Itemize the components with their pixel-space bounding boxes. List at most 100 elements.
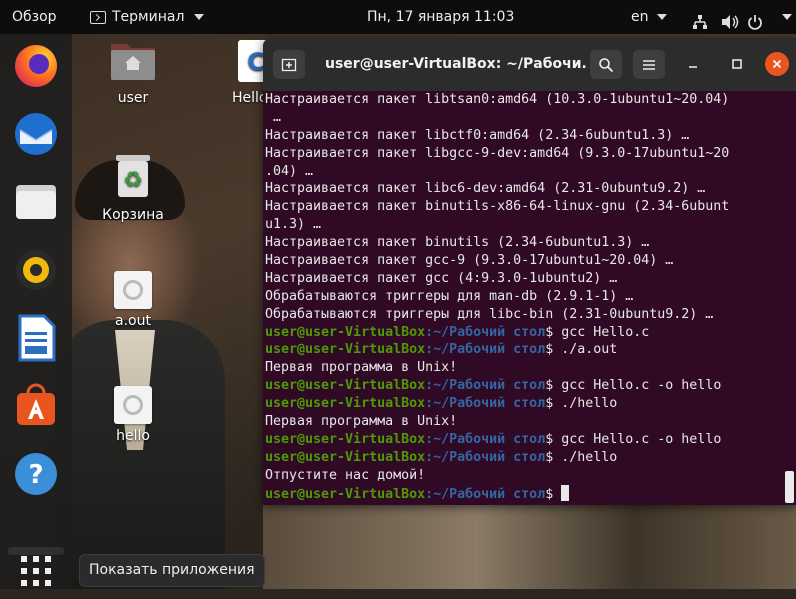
dock-item-software[interactable]	[8, 378, 64, 434]
maximize-icon	[732, 59, 742, 69]
svg-text:♻: ♻	[123, 168, 143, 193]
terminal-command-line: user@user-VirtualBox:~/Рабочий стол$ gcc…	[265, 431, 780, 449]
power-icon[interactable]	[747, 9, 763, 30]
terminal-output-line: Обрабатываются триггеры для libc-bin (2.…	[265, 306, 714, 322]
desktop-icon-label: a.out	[115, 313, 151, 329]
command-text: ./hello	[561, 396, 618, 412]
desktop-icon-label: hello	[116, 428, 150, 444]
activities-button[interactable]: Обзор	[12, 0, 57, 34]
prompt-user: user@user-VirtualBox	[265, 378, 426, 394]
wallpaper-background	[263, 505, 796, 589]
prompt-sign: $	[545, 449, 562, 465]
trash-icon: ♻	[116, 155, 150, 197]
desktop-icon-home[interactable]: user	[93, 40, 173, 106]
terminal-window[interactable]: user@user-VirtualBox: ~/Рабочи... Настра…	[263, 38, 796, 505]
terminal-command-line: user@user-VirtualBox:~/Рабочий стол$ gcc…	[265, 324, 780, 342]
maximize-button[interactable]	[725, 52, 749, 76]
prompt-path: :~/Рабочий стол	[425, 324, 546, 340]
svg-text:?: ?	[28, 460, 43, 490]
executable-icon	[114, 386, 152, 424]
prompt-path: :~/Рабочий стол	[425, 378, 546, 394]
menu-button[interactable]	[633, 50, 665, 79]
terminal-output-line: Первая программа в Unix!	[265, 360, 458, 376]
network-icon[interactable]	[692, 9, 708, 29]
terminal-command-line: user@user-VirtualBox:~/Рабочий стол$ ./h…	[265, 449, 780, 467]
command-text: gcc Hello.c	[561, 324, 650, 340]
prompt-sign: $	[545, 342, 562, 358]
terminal-output[interactable]: Настраивается пакет libtsan0:amd64 (10.3…	[265, 91, 780, 505]
terminal-output-line: Настраивается пакет binutils (2.34-6ubun…	[265, 235, 650, 251]
software-center-icon	[17, 383, 55, 425]
terminal-icon	[90, 10, 106, 24]
dock-item-help[interactable]: ?	[8, 446, 64, 502]
keyboard-layout-label: en	[631, 9, 649, 25]
desktop-icon-label: Корзина	[102, 207, 164, 223]
terminal-output-line: Обрабатываются триггеры для man-db (2.9.…	[265, 288, 634, 304]
terminal-output-line: Настраивается пакет libc6-dev:amd64 (2.3…	[265, 181, 706, 197]
desktop-icon-hello[interactable]: hello	[93, 386, 173, 444]
dock-item-files[interactable]	[8, 174, 64, 230]
command-text: ./a.out	[561, 342, 618, 358]
terminal-output-line: Настраивается пакет libtsan0:amd64 (10.3…	[265, 92, 730, 107]
files-icon	[16, 185, 56, 219]
prompt-sign: $	[545, 378, 562, 394]
terminal-command-line: user@user-VirtualBox:~/Рабочий стол$ gcc…	[265, 377, 780, 395]
prompt-sign: $	[545, 431, 562, 447]
prompt-user: user@user-VirtualBox	[265, 449, 426, 465]
chevron-down-icon	[656, 14, 667, 20]
desktop-icon-hello-c[interactable]: C Hello	[222, 40, 268, 106]
prompt-path: :~/Рабочий стол	[425, 486, 546, 502]
close-button[interactable]	[765, 52, 789, 76]
terminal-command-line: user@user-VirtualBox:~/Рабочий стол$	[265, 484, 780, 503]
dock-item-rhythmbox[interactable]	[8, 242, 64, 298]
dock-item-writer[interactable]	[8, 310, 64, 366]
prompt-user: user@user-VirtualBox	[265, 324, 426, 340]
system-menu-chevron[interactable]	[778, 0, 792, 34]
terminal-output-line: .04) …	[265, 163, 314, 179]
terminal-scrollbar[interactable]	[785, 471, 794, 503]
desktop-icon-trash[interactable]: ♻ Корзина	[93, 153, 173, 223]
dock: ?	[0, 34, 72, 589]
prompt-sign: $	[545, 324, 562, 340]
terminal-output-line: Настраивается пакет libgcc-9-dev:amd64 (…	[265, 145, 730, 161]
close-icon	[772, 59, 782, 69]
minimize-icon	[689, 66, 697, 68]
chevron-down-icon	[782, 14, 792, 20]
volume-icon[interactable]	[721, 9, 739, 29]
thunderbird-icon	[15, 113, 57, 155]
top-bar: Обзор Терминал Пн, 17 января 11:03 en	[0, 0, 796, 34]
terminal-output-line: u1.3) …	[265, 217, 322, 233]
desktop-icon-a-out[interactable]: a.out	[93, 271, 173, 329]
terminal-output-line: Настраивается пакет gcc (4:9.3.0-1ubuntu…	[265, 270, 618, 286]
command-text: ./hello	[561, 449, 618, 465]
app-menu-label: Терминал	[112, 9, 185, 25]
dock-item-thunderbird[interactable]	[8, 106, 64, 162]
prompt-path: :~/Рабочий стол	[425, 396, 546, 412]
terminal-headerbar[interactable]: user@user-VirtualBox: ~/Рабочи...	[263, 38, 796, 91]
terminal-output-line: Настраивается пакет libctf0:amd64 (2.34-…	[265, 127, 690, 143]
prompt-user: user@user-VirtualBox	[265, 396, 426, 412]
new-tab-button[interactable]	[273, 50, 305, 79]
rhythmbox-icon	[16, 250, 56, 290]
terminal-title: user@user-VirtualBox: ~/Рабочи...	[325, 56, 587, 72]
desktop-icon-label: user	[117, 90, 149, 106]
dock-item-firefox[interactable]	[8, 38, 64, 94]
search-icon	[599, 57, 614, 72]
clock[interactable]: Пн, 17 января 11:03	[367, 0, 514, 34]
command-text: gcc Hello.c -o hello	[561, 431, 722, 447]
help-icon: ?	[15, 453, 57, 495]
keyboard-layout-indicator[interactable]: en	[631, 0, 667, 34]
command-text: gcc Hello.c -o hello	[561, 378, 722, 394]
show-apps-tooltip: Показать приложения	[79, 554, 265, 587]
minimize-button[interactable]	[681, 52, 705, 76]
terminal-output-line: Настраивается пакет binutils-x86-64-linu…	[265, 199, 730, 215]
show-apps-button[interactable]	[8, 543, 64, 599]
prompt-user: user@user-VirtualBox	[265, 342, 426, 358]
search-button[interactable]	[590, 50, 622, 79]
terminal-output-line: Настраивается пакет gcc-9 (9.3.0-17ubunt…	[265, 253, 674, 269]
text-cursor	[561, 484, 570, 501]
libreoffice-writer-icon	[18, 314, 56, 362]
prompt-path: :~/Рабочий стол	[425, 342, 546, 358]
terminal-output-line: Отпустите нас домой!	[265, 467, 426, 483]
app-menu-button[interactable]: Терминал	[90, 0, 205, 34]
